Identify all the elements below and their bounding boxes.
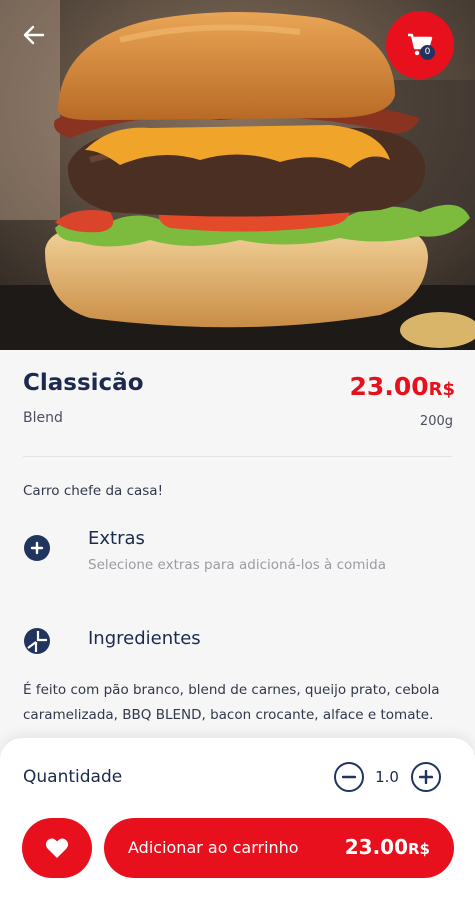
- quantity-value: 1.0: [375, 768, 399, 786]
- favorite-button[interactable]: [22, 818, 92, 878]
- product-name: Classicão: [23, 370, 144, 396]
- product-details: Classicão Blend 23.00R$ 200g Carro chefe…: [0, 350, 475, 750]
- divider: [23, 456, 452, 457]
- add-price-currency: R$: [408, 840, 430, 858]
- plus-glyph: [30, 541, 44, 555]
- heart-icon: [45, 838, 69, 858]
- extras-subtitle: Selecione extras para adicioná-los à com…: [88, 557, 387, 573]
- back-button[interactable]: [14, 18, 54, 52]
- ingredients-title: Ingredientes: [88, 628, 201, 649]
- add-to-cart-label: Adicionar ao carrinho: [128, 838, 299, 857]
- quantity-decrease-button[interactable]: [334, 762, 364, 792]
- quantity-increase-button[interactable]: [411, 762, 441, 792]
- pie-chart-icon: [24, 628, 50, 654]
- extras-title[interactable]: Extras: [88, 528, 145, 549]
- pie-glyph: [27, 631, 47, 652]
- cart-button[interactable]: 0: [386, 11, 454, 79]
- add-to-cart-sheet: Quantidade 1.0 Adicionar ao carrinho 23.…: [0, 738, 475, 900]
- product-type: Blend: [23, 410, 63, 426]
- product-price: 23.00R$: [350, 372, 455, 401]
- product-weight: 200g: [419, 414, 453, 429]
- minus-icon: [342, 775, 356, 779]
- add-to-cart-button[interactable]: Adicionar ao carrinho 23.00R$: [104, 818, 454, 878]
- product-description: Carro chefe da casa!: [23, 483, 163, 499]
- product-hero-image: 0: [0, 0, 475, 350]
- arrow-left-icon: [23, 25, 45, 45]
- plus-circle-icon[interactable]: [24, 535, 50, 561]
- ingredients-text: É feito com pão branco, blend de carnes,…: [23, 682, 440, 723]
- add-price-value: 23.00: [344, 835, 408, 859]
- quantity-label: Quantidade: [23, 767, 123, 787]
- product-price-value: 23.00: [349, 372, 429, 401]
- product-price-currency: R$: [428, 379, 455, 400]
- plus-icon: [419, 770, 433, 784]
- add-to-cart-price: 23.00R$: [345, 835, 430, 859]
- cart-count-badge: 0: [420, 45, 435, 60]
